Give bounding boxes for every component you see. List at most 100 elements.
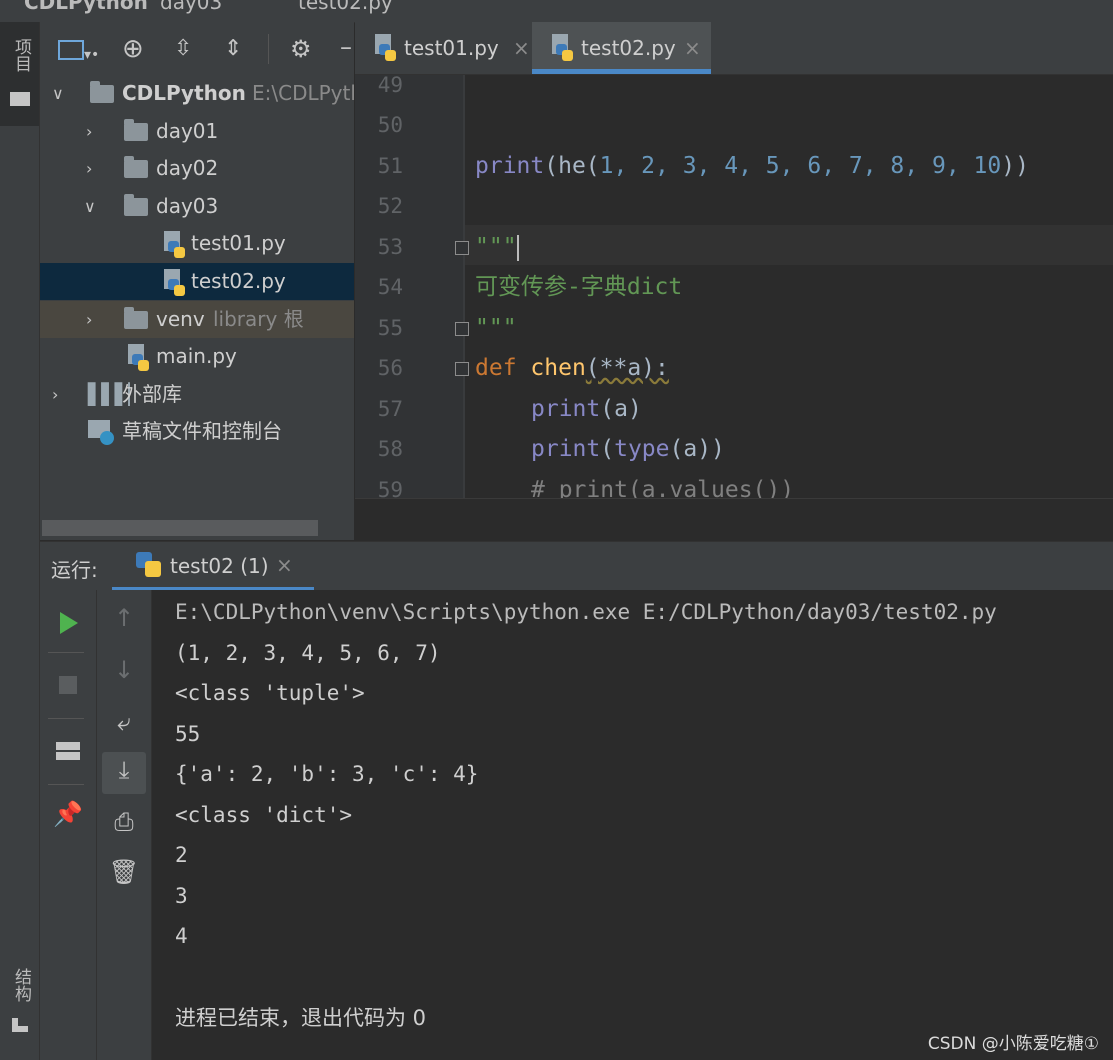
code-line-56: def chen(**a): <box>475 355 669 381</box>
chevron-right-icon[interactable]: › <box>52 376 58 413</box>
python-file-icon <box>124 344 149 371</box>
project-horizontal-scrollbar[interactable] <box>42 520 318 536</box>
process-exit-message: 进程已结束，退出代码为 0 <box>175 1006 427 1030</box>
tree-item-label: day01 <box>156 119 219 143</box>
close-icon[interactable]: × <box>276 553 293 577</box>
tree-root[interactable]: ∨ CDLPython E:\CDLPyth <box>40 75 354 112</box>
editor-tab-bar: test01.py × test02.py × <box>355 22 1113 75</box>
structure-tool-label: 结构 <box>11 968 31 1002</box>
tree-item-day03[interactable]: ∨ day03 <box>40 188 354 225</box>
project-root-name: CDLPython <box>122 81 246 105</box>
tree-item-day02[interactable]: › day02 <box>40 150 354 187</box>
console-tools: ↑ ↓ ⤶ ⤓ ⎙ 🗑 <box>97 590 152 1060</box>
folder-icon <box>90 81 114 103</box>
editor-footer <box>355 498 1113 541</box>
fold-marker-icon[interactable] <box>455 241 469 255</box>
project-tool-label: 项目 <box>11 38 31 72</box>
line-number: 56 <box>377 356 403 380</box>
line-number: 53 <box>377 235 403 259</box>
tree-item-label: main.py <box>156 344 237 368</box>
breadcrumb-project[interactable]: CDLPython <box>24 0 148 14</box>
tree-item-main[interactable]: main.py <box>40 338 354 375</box>
layout-icon[interactable] <box>56 742 80 760</box>
tree-item-venv[interactable]: › venv library 根 <box>40 301 354 338</box>
scroll-to-end-button[interactable]: ⤓ <box>102 752 146 794</box>
run-controls: 📌 <box>40 590 97 1060</box>
breadcrumb-file[interactable]: test02.py <box>298 0 393 14</box>
run-panel-header: 运行: test02 (1) × <box>40 541 1113 591</box>
divider <box>48 718 84 719</box>
trash-icon[interactable]: 🗑 <box>104 858 144 886</box>
fold-marker-icon[interactable] <box>455 322 469 336</box>
tree-item-external-libs[interactable]: › ▌▌▌▏ 外部库 <box>40 376 354 413</box>
watermark: CSDN @小陈爱吃糖① <box>927 1034 1099 1054</box>
console-line: <class 'dict'> <box>175 803 353 827</box>
console-line: (1, 2, 3, 4, 5, 6, 7) <box>175 641 441 665</box>
stop-icon[interactable] <box>59 676 77 694</box>
text-cursor <box>516 234 519 261</box>
tree-item-test01[interactable]: test01.py <box>40 225 354 262</box>
breadcrumb-folder[interactable]: day03 <box>160 0 222 14</box>
code-line-53: """ <box>475 234 519 261</box>
code-line-59: # print(a.values()) <box>531 477 795 498</box>
line-number: 55 <box>377 316 403 340</box>
chevron-down-icon[interactable]: ∨ <box>84 188 96 225</box>
pin-icon[interactable]: 📌 <box>48 800 88 828</box>
gear-icon[interactable]: ⚙ <box>290 37 312 61</box>
tab-test02[interactable]: test02.py × <box>532 22 711 74</box>
close-icon[interactable]: × <box>684 22 701 74</box>
print-icon[interactable]: ⎙ <box>104 808 144 836</box>
line-number: 57 <box>377 397 403 421</box>
structure-icon <box>12 1018 28 1032</box>
clock-icon <box>100 431 114 445</box>
python-file-icon <box>548 34 573 61</box>
divider <box>48 652 84 653</box>
project-panel: ▾• ⊕ ⇳ ⇕ ⚙ – ∨ CDLPython E:\CDLPyth › da… <box>40 22 354 540</box>
tree-item-label: 草稿文件和控制台 <box>122 419 282 443</box>
soft-wrap-icon[interactable]: ⤶ <box>104 708 144 736</box>
tree-item-scratches[interactable]: 草稿文件和控制台 <box>40 413 354 450</box>
tab-label: test01.py <box>404 36 499 60</box>
chevron-down-icon[interactable]: ▾• <box>84 44 99 66</box>
rerun-icon[interactable] <box>60 612 78 634</box>
line-number: 59 <box>377 478 403 498</box>
arrow-up-icon[interactable]: ↑ <box>104 604 144 632</box>
toolbar-divider <box>268 34 269 64</box>
hide-icon[interactable]: – <box>340 35 352 59</box>
chevron-right-icon[interactable]: › <box>86 301 92 338</box>
tree-item-label: day02 <box>156 156 219 180</box>
tree-item-test02[interactable]: test02.py <box>40 263 354 300</box>
console-output[interactable]: E:\CDLPython\venv\Scripts\python.exe E:/… <box>152 590 1113 1060</box>
chevron-down-icon[interactable]: ∨ <box>52 75 64 112</box>
locate-icon[interactable]: ⊕ <box>122 36 144 62</box>
code-line-57: print(a) <box>531 396 642 422</box>
folder-icon <box>10 92 30 106</box>
line-number: 50 <box>377 113 403 137</box>
folder-icon <box>124 119 148 141</box>
console-line: 4 <box>175 924 188 948</box>
console-line: E:\CDLPython\venv\Scripts\python.exe E:/… <box>175 600 997 624</box>
chevron-right-icon[interactable]: › <box>86 113 92 150</box>
expand-all-icon[interactable]: ⇳ <box>174 38 192 60</box>
tree-item-label: test01.py <box>191 231 286 255</box>
code-line-55: """ <box>475 315 517 341</box>
tree-item-label: test02.py <box>191 269 286 293</box>
tree-item-day01[interactable]: › day01 <box>40 113 354 150</box>
chevron-right-icon[interactable]: › <box>86 150 92 187</box>
project-view-icon[interactable] <box>58 40 84 60</box>
tab-test01[interactable]: test01.py × <box>363 22 531 74</box>
structure-tool-tab[interactable]: 结构 <box>0 962 39 1042</box>
collapse-all-icon[interactable]: ⇕ <box>224 38 242 60</box>
code-editor[interactable]: 49 50 51 52 53 54 55 56 57 58 59 print(h… <box>355 75 1113 498</box>
close-icon[interactable]: × <box>513 22 530 74</box>
fold-marker-icon[interactable] <box>455 362 469 376</box>
arrow-down-icon[interactable]: ↓ <box>104 656 144 684</box>
indent-guide <box>463 75 465 498</box>
run-tab[interactable]: test02 (1) × <box>112 542 314 591</box>
project-tool-tab[interactable]: 项目 <box>0 22 39 126</box>
current-line-highlight <box>463 225 1113 265</box>
console-line: 55 <box>175 722 201 746</box>
python-file-icon <box>160 269 185 296</box>
console-line: 2 <box>175 843 188 867</box>
code-line-54: 可变传参-字典dict <box>475 274 683 300</box>
